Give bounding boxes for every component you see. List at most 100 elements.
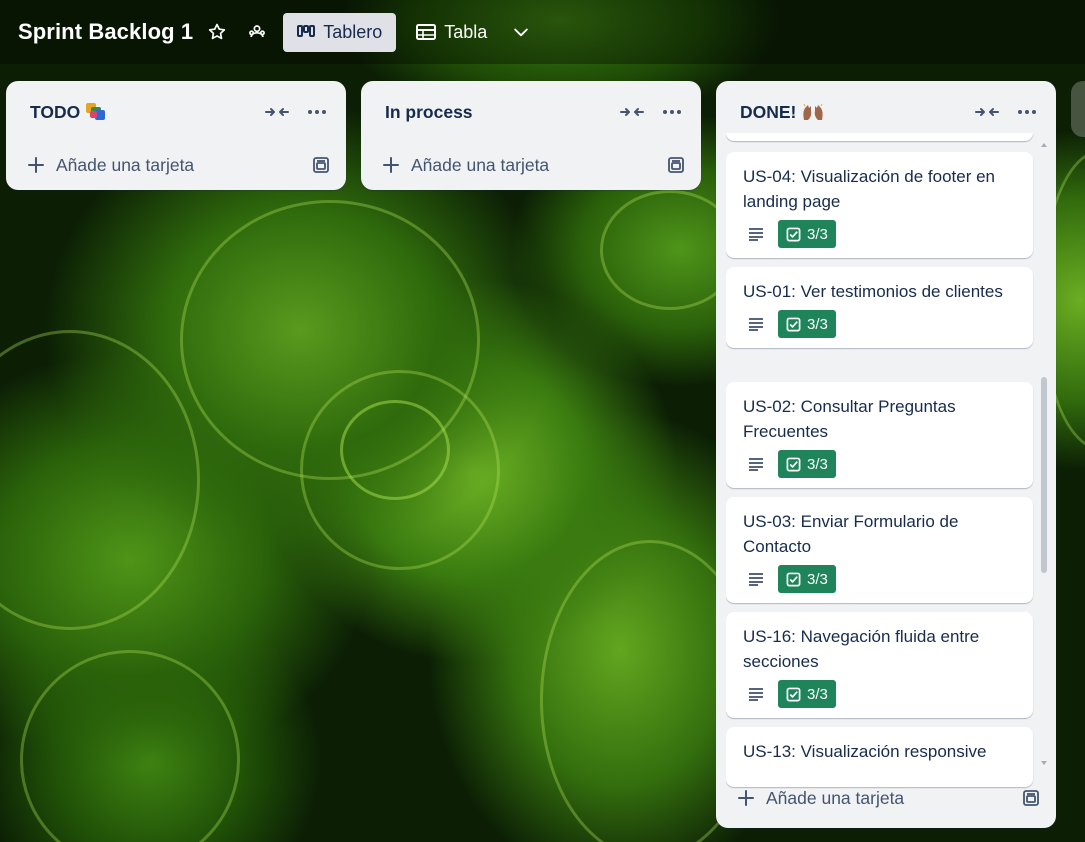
color-blocks-emoji-icon <box>86 103 106 121</box>
list-done: DONE! US-04: Visualización de footer en … <box>716 81 1056 828</box>
list-title-text: DONE! <box>740 101 797 122</box>
checklist-count: 3/3 <box>807 570 828 588</box>
list-menu-button[interactable] <box>1012 98 1042 126</box>
plus-icon <box>381 155 401 175</box>
card-template-icon <box>313 157 329 173</box>
description-icon <box>746 224 766 244</box>
add-card-button[interactable]: Añade una tarjeta <box>56 155 194 176</box>
card-title: US-13: Visualización responsive <box>743 742 987 761</box>
card-template-icon <box>1023 790 1039 806</box>
list-title[interactable]: In process <box>385 102 473 123</box>
board-title[interactable]: Sprint Backlog 1 <box>18 19 193 45</box>
raised-hands-emoji-icon <box>803 103 823 120</box>
create-from-template-button[interactable] <box>665 154 687 176</box>
star-button[interactable] <box>201 16 233 48</box>
add-card-button[interactable]: Añade una tarjeta <box>766 788 904 809</box>
plus-icon <box>736 788 756 808</box>
card[interactable]: US-16: Navegación fluida entre secciones… <box>726 612 1033 718</box>
collapse-list-button[interactable] <box>972 98 1002 126</box>
list-menu-button[interactable] <box>302 98 332 126</box>
list-title-text: In process <box>385 101 473 122</box>
checklist-badge: 3/3 <box>778 450 836 478</box>
list-title[interactable]: TODO <box>30 102 106 123</box>
card-template-icon <box>668 157 684 173</box>
card-badges: 3/3 <box>743 450 1015 478</box>
card-badges: 3/3 <box>743 680 1015 708</box>
list-actions <box>617 98 687 126</box>
collapse-icon <box>620 108 644 116</box>
list-actions <box>262 98 332 126</box>
list-todo: TODO Añade una tarjeta <box>6 81 346 190</box>
list-title-text: TODO <box>30 101 81 122</box>
create-from-template-button[interactable] <box>310 154 332 176</box>
checklist-count: 3/3 <box>807 315 828 333</box>
card-title: US-04: Visualización de footer en landin… <box>743 167 996 211</box>
checklist-count: 3/3 <box>807 685 828 703</box>
more-horizontal-icon <box>308 110 326 114</box>
card-badges: 3/3 <box>743 565 1015 593</box>
card[interactable]: US-04: Visualización de footer en landin… <box>726 152 1033 258</box>
checklist-badge: 3/3 <box>778 220 836 248</box>
add-card-button[interactable]: Añade una tarjeta <box>411 155 549 176</box>
checklist-count: 3/3 <box>807 455 828 473</box>
checklist-count: 3/3 <box>807 225 828 243</box>
card-title: US-03: Enviar Formulario de Contacto <box>743 512 959 556</box>
collapse-icon <box>975 108 999 116</box>
description-icon <box>746 314 766 334</box>
checklist-icon <box>786 687 801 701</box>
description-icon <box>746 569 766 589</box>
list-header: In process <box>361 81 701 143</box>
checklist-icon <box>786 572 801 586</box>
description-icon <box>746 684 766 704</box>
more-horizontal-icon <box>1018 110 1036 114</box>
checklist-badge: 3/3 <box>778 310 836 338</box>
collapse-icon <box>265 108 289 116</box>
list-header: TODO <box>6 81 346 143</box>
workspace-visibility-icon <box>249 25 266 38</box>
board-view-icon <box>297 25 316 37</box>
create-from-template-button[interactable] <box>1020 787 1042 809</box>
checklist-icon <box>786 457 801 471</box>
checklist-badge: 3/3 <box>778 680 836 708</box>
description-icon <box>746 454 766 474</box>
add-card-row: Añade una tarjeta <box>6 143 346 187</box>
table-view-icon <box>416 24 437 40</box>
board-header: Sprint Backlog 1 Tablero Tabla <box>0 0 1085 64</box>
more-horizontal-icon <box>663 110 681 114</box>
checklist-badge: 3/3 <box>778 565 836 593</box>
board-view-button[interactable]: Tablero <box>283 12 397 52</box>
checklist-icon <box>786 227 801 241</box>
collapse-list-button[interactable] <box>262 98 292 126</box>
card-partial[interactable] <box>726 133 1033 141</box>
scroll-up-icon[interactable] <box>1040 141 1048 149</box>
table-view-label: Tabla <box>444 21 488 42</box>
add-list-button[interactable] <box>1071 81 1085 137</box>
card-list: US-04: Visualización de footer en landin… <box>726 133 1034 819</box>
card[interactable]: US-02: Consultar Preguntas Frecuentes 3/… <box>726 382 1033 488</box>
add-card-row: Añade una tarjeta <box>716 776 1056 820</box>
card-badges: 3/3 <box>743 310 1015 338</box>
more-views-button[interactable] <box>505 16 537 48</box>
add-card-row: Añade una tarjeta <box>361 143 701 187</box>
list-actions <box>972 98 1042 126</box>
table-view-button[interactable]: Tabla <box>402 13 501 52</box>
scroll-thumb[interactable] <box>1041 377 1047 573</box>
card-title: US-02: Consultar Preguntas Frecuentes <box>743 397 956 441</box>
board-view-label: Tablero <box>323 21 383 42</box>
plus-icon <box>26 155 46 175</box>
collapse-list-button[interactable] <box>617 98 647 126</box>
card[interactable]: US-03: Enviar Formulario de Contacto 3/3 <box>726 497 1033 603</box>
card[interactable]: US-01: Ver testimonios de clientes 3/3 <box>726 267 1033 348</box>
card-badges: 3/3 <box>743 220 1015 248</box>
list-in-process: In process Añade una tarjeta <box>361 81 701 190</box>
chevron-down-icon <box>514 28 529 37</box>
scroll-down-icon[interactable] <box>1040 759 1048 767</box>
star-icon <box>209 23 226 40</box>
list-scrollbar[interactable] <box>1040 141 1048 767</box>
list-title[interactable]: DONE! <box>740 102 824 123</box>
checklist-icon <box>786 317 801 331</box>
visibility-button[interactable] <box>241 16 273 48</box>
card-title: US-01: Ver testimonios de clientes <box>743 282 1003 301</box>
card-title: US-16: Navegación fluida entre secciones <box>743 627 980 671</box>
list-menu-button[interactable] <box>657 98 687 126</box>
